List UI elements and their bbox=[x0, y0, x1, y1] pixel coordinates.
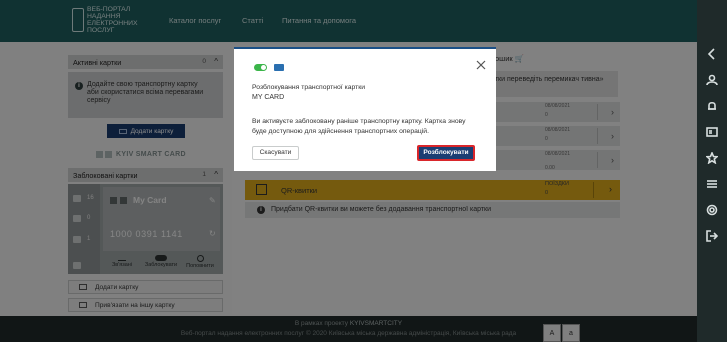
star-icon[interactable] bbox=[704, 150, 720, 166]
right-rail bbox=[697, 0, 727, 342]
modal-card-name: MY CARD bbox=[252, 94, 285, 101]
card-icon bbox=[274, 64, 284, 71]
status-toggle-icon bbox=[254, 64, 267, 71]
cancel-button[interactable]: Скасувати bbox=[252, 146, 299, 160]
modal-message: Ви активуєте заблоковану раніше транспор… bbox=[252, 118, 466, 135]
list-icon[interactable] bbox=[704, 176, 720, 192]
unblock-button[interactable]: Розблокувати bbox=[417, 145, 475, 161]
back-icon[interactable] bbox=[704, 46, 720, 62]
bell-icon[interactable] bbox=[704, 98, 720, 114]
user-icon[interactable] bbox=[704, 72, 720, 88]
id-card-icon[interactable] bbox=[704, 124, 720, 140]
settings-icon[interactable] bbox=[704, 202, 720, 218]
close-icon[interactable] bbox=[476, 60, 486, 70]
unblock-card-modal: Розблокування транспортної картки MY CAR… bbox=[234, 47, 496, 171]
modal-title: Розблокування транспортної картки bbox=[252, 84, 365, 91]
logout-icon[interactable] bbox=[704, 228, 720, 244]
